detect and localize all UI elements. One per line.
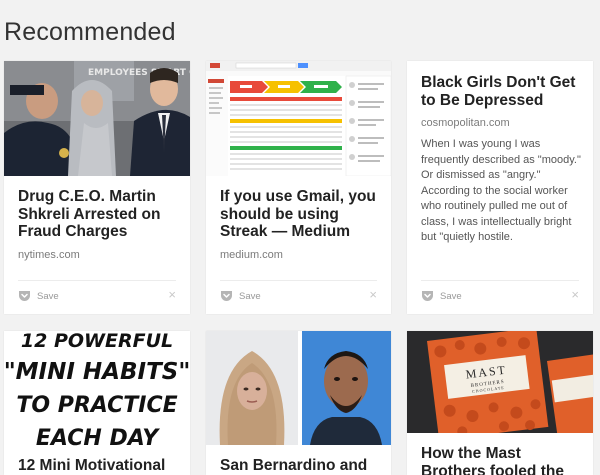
article-thumbnail[interactable] xyxy=(206,331,391,445)
article-thumbnail[interactable]: 12 POWERFUL "MINI HABITS" TO PRACTICE EA… xyxy=(4,331,190,455)
article-title[interactable]: If you use Gmail, you should be using St… xyxy=(220,188,377,241)
save-label: Save xyxy=(440,290,462,302)
article-domain: medium.com xyxy=(220,249,283,261)
card-footer: Save × xyxy=(421,288,579,304)
pocket-icon xyxy=(221,291,232,301)
article-title[interactable]: San Bernardino and the xyxy=(220,457,377,475)
article-thumbnail[interactable] xyxy=(206,61,391,176)
article-domain: nytimes.com xyxy=(18,249,80,261)
article-thumbnail[interactable]: MAST BROTHERS CHOCOLATE xyxy=(407,331,593,433)
save-label: Save xyxy=(239,290,261,302)
save-button[interactable]: Save xyxy=(421,290,462,302)
image-line: "MINI HABITS" xyxy=(4,359,190,385)
image-line: 12 POWERFUL xyxy=(21,331,173,352)
card-divider xyxy=(18,280,176,281)
article-title[interactable]: 12 Mini Motivational xyxy=(18,457,176,475)
article-card[interactable]: If you use Gmail, you should be using St… xyxy=(206,61,391,314)
article-card[interactable]: Black Girls Don't Get to Be Depressed co… xyxy=(407,61,593,314)
article-card[interactable]: 12 POWERFUL "MINI HABITS" TO PRACTICE EA… xyxy=(4,331,190,475)
dismiss-icon[interactable]: × xyxy=(168,288,176,302)
image-line: EACH DAY xyxy=(36,426,160,451)
article-title[interactable]: Black Girls Don't Get to Be Depressed xyxy=(421,74,579,109)
article-card[interactable]: San Bernardino and the xyxy=(206,331,391,475)
dismiss-icon[interactable]: × xyxy=(571,288,579,302)
article-title[interactable]: How the Mast Brothers fooled the world i… xyxy=(421,445,579,475)
article-title[interactable]: Drug C.E.O. Martin Shkreli Arrested on F… xyxy=(18,188,176,241)
article-domain: cosmopolitan.com xyxy=(421,117,510,129)
pocket-icon xyxy=(422,291,433,301)
section-title: Recommended xyxy=(4,18,176,46)
save-button[interactable]: Save xyxy=(18,290,59,302)
article-thumbnail[interactable]: EMPLOYEES SMART CHOICES xyxy=(4,61,190,176)
card-divider xyxy=(421,280,579,281)
card-footer: Save × xyxy=(220,288,377,304)
article-card[interactable]: MAST BROTHERS CHOCOLATE How the Mast Bro… xyxy=(407,331,593,475)
card-divider xyxy=(220,280,377,281)
image-line: TO PRACTICE xyxy=(16,393,177,418)
card-footer: Save × xyxy=(18,288,176,304)
article-card[interactable]: EMPLOYEES SMART CHOICES Drug C.E.O. Mart… xyxy=(4,61,190,314)
article-excerpt: When I was young I was frequently descri… xyxy=(421,138,581,243)
save-button[interactable]: Save xyxy=(220,290,261,302)
pocket-icon xyxy=(19,291,30,301)
dismiss-icon[interactable]: × xyxy=(369,288,377,302)
save-label: Save xyxy=(37,290,59,302)
